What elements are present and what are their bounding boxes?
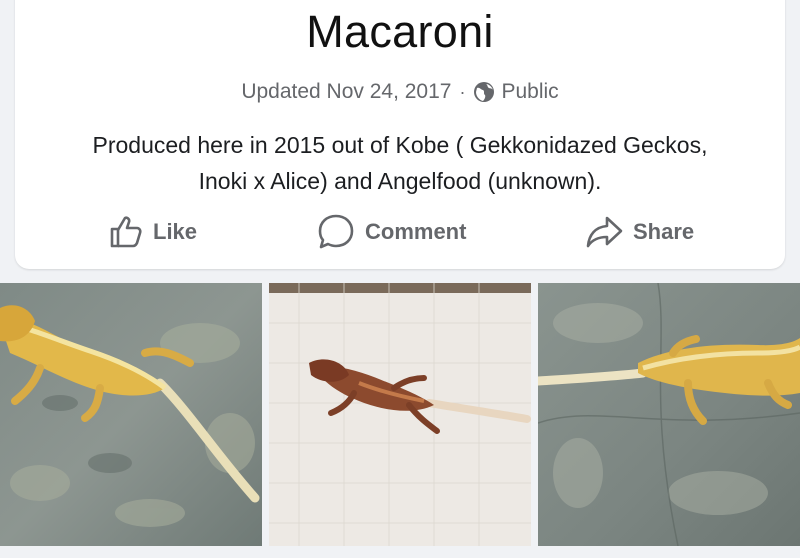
post-description: Produced here in 2015 out of Kobe ( Gekk… <box>92 132 708 194</box>
share-label: Share <box>633 219 695 244</box>
post-title: Macaroni <box>306 6 494 57</box>
photo-grid <box>0 283 800 546</box>
photo-2[interactable] <box>269 283 531 546</box>
globe-icon[interactable] <box>473 81 495 103</box>
like-button[interactable]: Like <box>107 210 197 254</box>
comment-bubble-icon <box>318 214 354 249</box>
comment-label: Comment <box>365 219 467 244</box>
post-card: Macaroni Updated Nov 24, 2017 · Public P… <box>15 0 785 269</box>
share-button[interactable]: Share <box>585 210 694 254</box>
comment-button[interactable]: Comment <box>317 210 466 254</box>
meta-separator: · <box>459 81 466 102</box>
updated-date[interactable]: Updated Nov 24, 2017 <box>241 80 451 104</box>
like-label: Like <box>153 219 198 244</box>
post-actions: Like Comment Share <box>15 210 785 254</box>
photo-3[interactable] <box>538 283 800 546</box>
photo-1[interactable] <box>0 283 262 546</box>
privacy-label: Public <box>501 80 559 103</box>
post-meta: Updated Nov 24, 2017 · Public <box>15 80 785 104</box>
thumbs-up-icon <box>110 216 142 248</box>
share-arrow-icon <box>586 216 623 248</box>
